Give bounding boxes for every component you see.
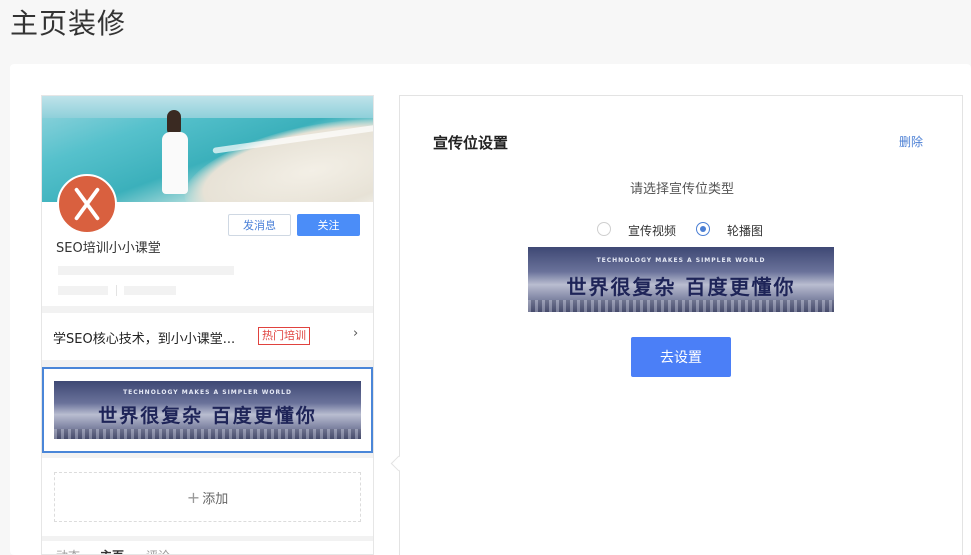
follow-button[interactable]: 关注 bbox=[297, 214, 360, 236]
profile-section: 发消息 关注 SEO培训小小课堂 bbox=[42, 174, 373, 306]
homepage-preview: 发消息 关注 SEO培训小小课堂 学SEO核心技术，到小小课堂... 热门培训 … bbox=[41, 95, 374, 555]
add-module-button[interactable]: + 添加 bbox=[54, 472, 361, 522]
banner-slogan: 世界很复杂 百度更懂你 bbox=[566, 275, 796, 299]
tab-home[interactable]: 主页 bbox=[100, 547, 124, 554]
shop-name: SEO培训小小课堂 bbox=[56, 241, 161, 256]
course-row[interactable]: 学SEO核心技术，到小小课堂... 热门培训 › bbox=[42, 313, 373, 360]
preview-tabs: 动态 主页 评论 bbox=[42, 541, 373, 554]
banner-slogan: 世界很复杂 百度更懂你 bbox=[98, 405, 317, 427]
page-title: 主页装修 bbox=[10, 7, 127, 40]
go-setup-button[interactable]: 去设置 bbox=[631, 337, 731, 377]
placeholder-line bbox=[124, 286, 176, 295]
divider bbox=[116, 285, 117, 296]
course-text: 学SEO核心技术，到小小课堂... bbox=[53, 332, 236, 347]
tab-comments[interactable]: 评论 bbox=[146, 547, 170, 554]
promo-settings-panel: 宣传位设置 删除 请选择宣传位类型 宣传视频 轮播图 TECHNOLOGY MA… bbox=[399, 95, 963, 555]
delete-link[interactable]: 删除 bbox=[899, 133, 923, 150]
radio-carousel[interactable] bbox=[696, 222, 710, 236]
banner-image: TECHNOLOGY MAKES A SIMPLER WORLD 世界很复杂 百… bbox=[54, 381, 361, 439]
avatar bbox=[57, 174, 117, 234]
send-message-button[interactable]: 发消息 bbox=[228, 214, 291, 236]
chevron-right-icon: › bbox=[353, 326, 359, 341]
choose-type-label: 请选择宣传位类型 bbox=[629, 182, 734, 197]
banner-tagline: TECHNOLOGY MAKES A SIMPLER WORLD bbox=[596, 257, 766, 264]
add-label: 添加 bbox=[202, 491, 229, 507]
placeholder-line bbox=[58, 266, 234, 275]
placeholder-line bbox=[58, 286, 108, 295]
carousel-preview-image: TECHNOLOGY MAKES A SIMPLER WORLD 世界很复杂 百… bbox=[528, 247, 834, 312]
banner-tagline: TECHNOLOGY MAKES A SIMPLER WORLD bbox=[123, 389, 292, 396]
radio-label-video[interactable]: 宣传视频 bbox=[628, 222, 676, 239]
panel-title: 宣传位设置 bbox=[433, 134, 509, 152]
hot-training-tag: 热门培训 bbox=[258, 327, 310, 345]
promo-slot-selected[interactable]: TECHNOLOGY MAKES A SIMPLER WORLD 世界很复杂 百… bbox=[42, 367, 373, 453]
add-section: + 添加 bbox=[42, 458, 373, 536]
tab-dynamic[interactable]: 动态 bbox=[56, 547, 80, 554]
radio-promo-video[interactable] bbox=[597, 222, 611, 236]
radio-label-carousel[interactable]: 轮播图 bbox=[727, 222, 763, 239]
avatar-x-icon bbox=[74, 187, 100, 221]
plus-icon: + bbox=[186, 487, 201, 507]
